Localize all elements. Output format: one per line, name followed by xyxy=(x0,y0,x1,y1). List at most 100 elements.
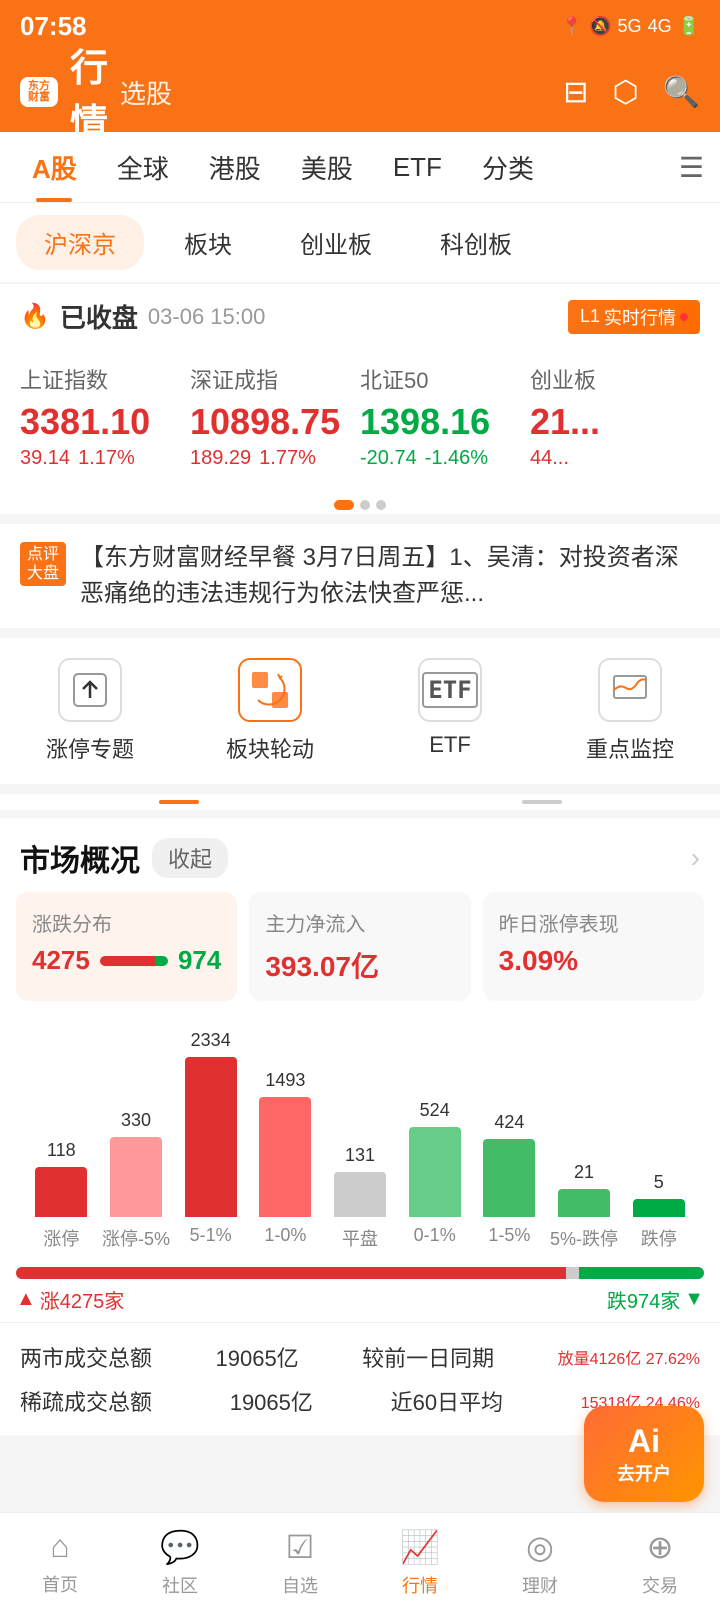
bar-val-9: 5 xyxy=(654,1172,664,1193)
bar-val-2: 330 xyxy=(121,1110,151,1131)
stats-cards: 涨跌分布 4275 974 主力净流入 393.07亿 昨日涨停表现 3.09% xyxy=(0,892,720,1017)
fall-arrow: ▼ xyxy=(684,1288,704,1311)
qa-etf[interactable]: ETF ETF xyxy=(360,658,540,764)
bar-6 xyxy=(409,1127,461,1217)
index-chinext[interactable]: 创业板 21... 44... xyxy=(530,363,700,470)
bar-4 xyxy=(259,1097,311,1217)
qa-icon-monitor xyxy=(598,658,662,722)
bar-chart-section: 118 330 2334 1493 131 524 xyxy=(0,1017,720,1267)
fire-icon: 🔥 xyxy=(20,302,50,331)
bar-col-1: 118 xyxy=(24,1140,99,1217)
nav-watchlist[interactable]: ☑ 自选 xyxy=(240,1513,360,1612)
nav-market[interactable]: 📈 行情 xyxy=(360,1513,480,1612)
header-subtitle[interactable]: 选股 xyxy=(120,74,172,111)
bar-lbl-7: 1-5% xyxy=(472,1225,547,1251)
rf-bar xyxy=(16,1267,704,1279)
qa-limit-up[interactable]: 涨停专题 xyxy=(0,658,180,764)
signal-4g-icon: 4G xyxy=(648,16,672,37)
bar-val-6: 524 xyxy=(420,1100,450,1121)
vol-value-2: 19065亿 xyxy=(230,1385,313,1417)
tab-a-stocks[interactable]: A股 xyxy=(16,141,93,194)
bar-lbl-1: 涨停 xyxy=(24,1225,99,1251)
sub-tab-chinext[interactable]: 创业板 xyxy=(272,215,400,270)
index-value-sz: 10898.75 xyxy=(190,401,360,443)
logo: 东方 财富 xyxy=(20,77,58,107)
watchlist-icon: ☑ xyxy=(286,1528,315,1566)
sub-tab-sector[interactable]: 板块 xyxy=(156,215,260,270)
index-change-sh: 39.141.17% xyxy=(20,447,190,470)
nav-community[interactable]: 💬 社区 xyxy=(120,1513,240,1612)
nav-label-community: 社区 xyxy=(162,1572,198,1598)
quick-actions: 涨停专题 板块轮动 ETF ETF 重点监控 xyxy=(0,638,720,784)
dianping-badge: 点评 大盘 xyxy=(20,542,66,586)
qa-rotation[interactable]: 板块轮动 xyxy=(180,658,360,764)
logo-bottom: 财富 xyxy=(28,92,50,103)
dot-1 xyxy=(334,500,354,510)
tab-category[interactable]: 分类 xyxy=(466,141,550,194)
rf-fall-label: 跌974家 ▼ xyxy=(607,1285,704,1314)
stat-card-limit-perf[interactable]: 昨日涨停表现 3.09% xyxy=(483,892,704,1001)
rf-labels: ▲ 涨4275家 跌974家 ▼ xyxy=(16,1285,704,1314)
tab-etf[interactable]: ETF xyxy=(377,144,458,191)
sub-tab-star[interactable]: 科创板 xyxy=(412,215,540,270)
arrow-right-icon[interactable]: › xyxy=(691,842,700,874)
bar-val-5: 131 xyxy=(345,1145,375,1166)
index-section: 上证指数 3381.10 39.141.17% 深证成指 10898.75 18… xyxy=(0,349,720,490)
tab-us-stocks[interactable]: 美股 xyxy=(285,141,369,194)
nav-home[interactable]: ⌂ 首页 xyxy=(0,1513,120,1612)
bar-col-3: 2334 xyxy=(173,1030,248,1217)
header: 东方 财富 行情 选股 ⊟ ⬡ 🔍 xyxy=(0,52,720,132)
index-shenzhen[interactable]: 深证成指 10898.75 189.291.77% xyxy=(190,363,360,470)
closed-time: 03-06 15:00 xyxy=(148,304,265,330)
mute-icon: 🔕 xyxy=(589,16,611,37)
index-bse50[interactable]: 北证50 1398.16 -20.74-1.46% xyxy=(360,363,530,470)
qa-label-limit-up: 涨停专题 xyxy=(46,732,134,764)
bottom-nav: ⌂ 首页 💬 社区 ☑ 自选 📈 行情 ◎ 理财 ⊕ 交易 xyxy=(0,1512,720,1612)
sub-tab-shanghai[interactable]: 沪深京 xyxy=(16,215,144,270)
bar-5 xyxy=(334,1172,386,1217)
bar-col-4: 1493 xyxy=(248,1070,323,1217)
share-icon[interactable]: ⬡ xyxy=(612,75,638,110)
news-banner[interactable]: 点评 大盘 【东方财富财经早餐 3月7日周五】1、吴清：对投资者深恶痛绝的违法违… xyxy=(0,524,720,628)
qa-icon-rotation xyxy=(238,658,302,722)
scan-icon[interactable]: ⊟ xyxy=(563,75,588,110)
bar-val-8: 21 xyxy=(574,1162,594,1183)
bar-lbl-3: 5-1% xyxy=(173,1225,248,1251)
search-icon[interactable]: 🔍 xyxy=(663,75,700,110)
index-change-bse: -20.74-1.46% xyxy=(360,447,530,470)
stat-card-flow[interactable]: 主力净流入 393.07亿 xyxy=(249,892,470,1001)
collapse-button[interactable]: 收起 xyxy=(152,838,228,878)
realtime-badge[interactable]: L1 实时行情 xyxy=(568,300,700,334)
index-shanghai[interactable]: 上证指数 3381.10 39.141.17% xyxy=(20,363,190,470)
menu-icon[interactable]: ☰ xyxy=(679,151,704,184)
sub-tabs: 沪深京 板块 创业板 科创板 xyxy=(0,203,720,282)
stat-card-distribution[interactable]: 涨跌分布 4275 974 xyxy=(16,892,237,1001)
trade-icon: ⊕ xyxy=(647,1528,674,1566)
rise-arrow: ▲ xyxy=(16,1288,36,1311)
bar-lbl-9: 跌停 xyxy=(621,1225,696,1251)
fall-count: 974 xyxy=(178,945,221,976)
tab-hk-stocks[interactable]: 港股 xyxy=(193,141,277,194)
dot-2 xyxy=(360,500,370,510)
ai-button[interactable]: Ai 去开户 xyxy=(584,1406,704,1502)
rise-text: 涨4275家 xyxy=(40,1285,125,1314)
qa-monitor[interactable]: 重点监控 xyxy=(540,658,720,764)
nav-wealth[interactable]: ◎ 理财 xyxy=(480,1513,600,1612)
news-text: 【东方财富财经早餐 3月7日周五】1、吴清：对投资者深恶痛绝的违法违规行为依法快… xyxy=(80,540,700,612)
bar-val-3: 2334 xyxy=(191,1030,231,1051)
nav-label-wealth: 理财 xyxy=(522,1572,558,1598)
main-tabs-container: A股 全球 港股 美股 ETF 分类 ☰ xyxy=(0,132,720,203)
tab-global[interactable]: 全球 xyxy=(101,141,185,194)
vol-compare-2: 近60日平均 xyxy=(391,1385,503,1417)
vol-compare-1: 较前一日同期 xyxy=(362,1341,494,1373)
index-name-sh: 上证指数 xyxy=(20,363,190,395)
dot-3 xyxy=(376,500,386,510)
closed-text: 已收盘 xyxy=(60,298,138,335)
header-actions: ⊟ ⬡ 🔍 xyxy=(563,75,700,110)
nav-trade[interactable]: ⊕ 交易 xyxy=(600,1513,720,1612)
bar-lbl-6: 0-1% xyxy=(397,1225,472,1251)
perf-label: 昨日涨停表现 xyxy=(499,908,688,937)
bar-col-7: 424 xyxy=(472,1112,547,1217)
qa-icon-etf: ETF xyxy=(418,658,482,722)
section-title: 市场概况 xyxy=(20,836,140,880)
